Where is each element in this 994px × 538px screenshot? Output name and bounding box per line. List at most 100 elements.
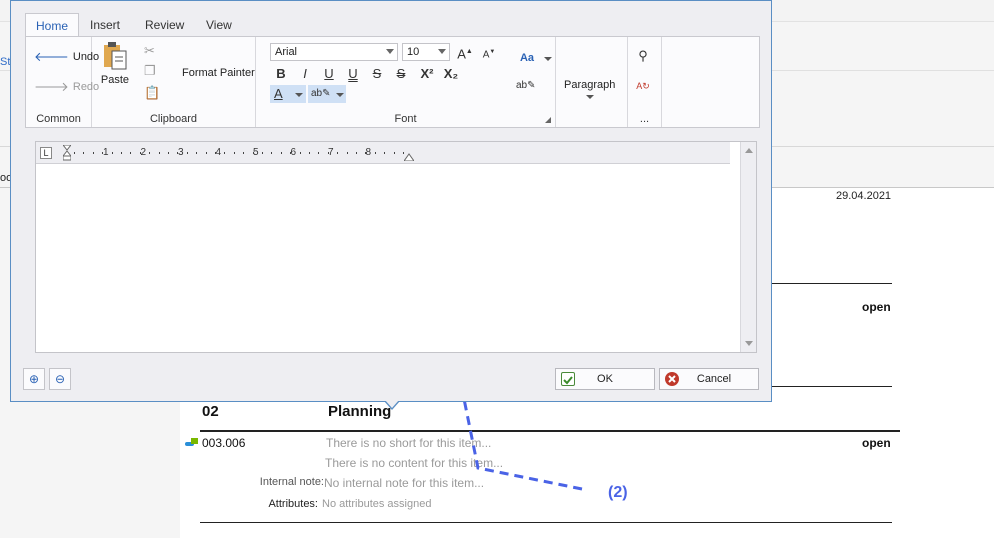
- group-label-editing: ...: [639, 113, 650, 125]
- paste-special-button[interactable]: 📋: [144, 85, 164, 101]
- ruler-tick: [196, 152, 198, 154]
- copy-button[interactable]: ❐: [144, 63, 160, 79]
- ruler-number: 5: [253, 147, 259, 158]
- clipboard-icon: 📋: [144, 85, 161, 100]
- ruler-tick: [158, 152, 160, 154]
- bold-button[interactable]: B: [272, 65, 290, 83]
- binoculars-icon: ⚲: [638, 48, 648, 63]
- underline-button[interactable]: U: [320, 65, 338, 83]
- italic-button[interactable]: I: [296, 65, 314, 83]
- paste-icon: [104, 42, 127, 70]
- editor-scrollbar[interactable]: [740, 142, 756, 352]
- cancel-button[interactable]: Cancel: [659, 368, 759, 390]
- group-clipboard: Paste ✂ ❐ 📋 Format Painter Clipboard: [92, 37, 256, 127]
- scroll-up-icon[interactable]: [745, 148, 753, 153]
- zoom-out-button[interactable]: ⊖: [49, 368, 71, 390]
- ruler-tick: [346, 152, 348, 154]
- group-label-common: Common: [36, 113, 81, 125]
- cut-button[interactable]: ✂: [144, 43, 159, 59]
- group-font: Arial 10 A▲ A▼ Aa B I U U S S X² X₂ ab✎ …: [256, 37, 556, 127]
- clear-formatting-button[interactable]: ab✎: [516, 77, 536, 95]
- ok-button[interactable]: OK: [555, 368, 655, 390]
- format-painter-button[interactable]: Format Painter: [182, 67, 255, 79]
- ruler-tick: [384, 152, 386, 154]
- chevron-down-icon: [438, 49, 446, 54]
- ruler-tick: [92, 152, 94, 154]
- undo-button[interactable]: 🡐 Undo: [34, 49, 99, 65]
- ruler-tick: [243, 152, 245, 154]
- ruler-tick: [215, 152, 216, 154]
- paragraph-button[interactable]: Paragraph: [564, 79, 615, 91]
- ruler-tick: [111, 152, 113, 154]
- ruler-tick: [205, 152, 207, 154]
- copy-icon: ❐: [144, 63, 156, 78]
- ruler-tick: [130, 152, 132, 154]
- rich-text-editor[interactable]: L 12345678: [35, 141, 757, 353]
- ruler-tick: [280, 152, 282, 154]
- chevron-down-icon: [336, 93, 344, 97]
- replace-icon: A↻: [636, 81, 650, 91]
- tab-home[interactable]: Home: [25, 13, 80, 37]
- font-size-select[interactable]: 10: [402, 43, 450, 61]
- ruler-tick: [290, 152, 292, 154]
- indent-marker[interactable]: [61, 144, 73, 161]
- zoom-in-button[interactable]: ⊕: [23, 368, 45, 390]
- ribbon: 🡐 Undo 🡒 Redo Common Paste ✂ ❐ 📋 Format …: [25, 36, 760, 128]
- paste-button[interactable]: Paste: [100, 41, 130, 93]
- ruler-tick: [224, 152, 226, 154]
- redo-button[interactable]: 🡒 Redo: [34, 79, 99, 95]
- ruler-tick: [121, 152, 122, 154]
- ruler-tick: [83, 152, 85, 154]
- font-color-icon: A: [274, 86, 283, 101]
- tab-view[interactable]: View: [196, 13, 242, 37]
- group-label-font: Font: [394, 113, 417, 125]
- find-button[interactable]: ⚲: [634, 47, 652, 65]
- ruler-tick: [102, 152, 104, 154]
- ruler-tick: [309, 152, 310, 154]
- ruler-tick: [327, 152, 329, 154]
- double-underline-button[interactable]: U: [344, 65, 362, 83]
- ruler-tick: [393, 152, 395, 154]
- group-label-clipboard: Clipboard: [149, 113, 198, 125]
- ruler-tick: [252, 152, 254, 154]
- tab-review[interactable]: Review: [135, 13, 194, 37]
- ruler-tick: [374, 152, 376, 154]
- ruler-number: 1: [103, 147, 109, 158]
- ruler-tick: [318, 152, 320, 154]
- superscript-button[interactable]: X²: [416, 65, 438, 83]
- replace-button[interactable]: A↻: [634, 77, 652, 95]
- group-paragraph: Paragraph: [556, 37, 628, 127]
- ruler-number: 2: [140, 147, 147, 158]
- subscript-button[interactable]: X₂: [440, 65, 462, 83]
- ruler: L 12345678: [36, 142, 730, 164]
- scroll-down-icon[interactable]: [745, 341, 753, 346]
- eraser-icon: ab✎: [516, 80, 536, 91]
- grow-font-button[interactable]: A▲: [456, 43, 474, 61]
- double-strikethrough-button[interactable]: S: [392, 65, 410, 83]
- change-case-button[interactable]: Aa: [514, 49, 540, 67]
- zoom-in-icon: ⊕: [28, 372, 40, 386]
- ruler-number: 6: [290, 147, 297, 158]
- group-editing: ⚲ A↻ ...: [628, 37, 662, 127]
- tab-insert[interactable]: Insert: [80, 13, 130, 37]
- chevron-down-icon: [295, 93, 303, 97]
- font-name-select[interactable]: Arial: [270, 43, 398, 61]
- ruler-number: 7: [328, 147, 334, 158]
- ruler-tick: [337, 152, 339, 154]
- ruler-tick: [233, 152, 235, 154]
- scissors-icon: ✂: [144, 43, 155, 58]
- ruler-number: 3: [178, 147, 184, 158]
- ruler-tick: [299, 152, 301, 154]
- font-dialog-launcher[interactable]: [545, 117, 551, 123]
- shrink-font-button[interactable]: A▼: [480, 43, 498, 61]
- right-indent-marker[interactable]: [403, 150, 415, 164]
- ruler-tick: [271, 152, 273, 154]
- ruler-tick: [177, 152, 179, 154]
- highlight-icon: ab✎: [311, 88, 331, 99]
- ruler-tick: [139, 152, 141, 154]
- ruler-tick: [356, 152, 357, 154]
- strikethrough-button[interactable]: S: [368, 65, 386, 83]
- chevron-down-icon: [586, 95, 594, 99]
- tab-stop-selector[interactable]: L: [40, 147, 52, 159]
- ruler-tick: [149, 152, 151, 154]
